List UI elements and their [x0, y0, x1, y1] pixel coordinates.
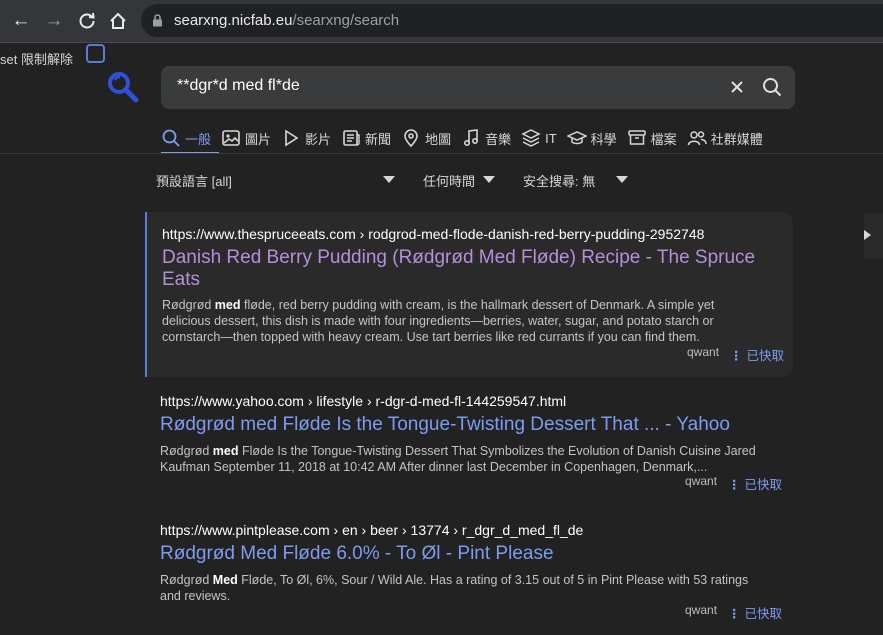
- more-vertical-icon: ⋮: [728, 607, 741, 621]
- result-url[interactable]: https://www.thespruceeats.com › rodgrod-…: [162, 226, 704, 242]
- time-range-select[interactable]: 任何時間: [423, 171, 475, 190]
- browser-toolbar: ← → searxng.nicfab.eu/searxng/search: [0, 0, 883, 43]
- search-icon[interactable]: [762, 77, 782, 97]
- newspaper-icon: [343, 130, 360, 146]
- snippet-text: Rødgrød: [160, 573, 213, 587]
- home-icon[interactable]: [106, 9, 130, 33]
- music-icon: [464, 129, 479, 147]
- category-tabs: 一般 圖片 影片 新聞 地圖 音樂 IT 科學 檔案 社群媒體: [161, 124, 773, 154]
- search-icon: [162, 129, 180, 147]
- tab-label: 圖片: [245, 131, 272, 147]
- image-icon: [222, 130, 240, 146]
- url-text: searxng.nicfab.eu/searxng/search: [174, 12, 399, 29]
- cached-label: 已快取: [744, 607, 783, 621]
- archive-icon: [627, 130, 646, 145]
- header-divider: [0, 153, 883, 154]
- more-vertical-icon: ⋮: [730, 349, 743, 363]
- result-url[interactable]: https://www.yahoo.com › lifestyle › r-dg…: [160, 393, 566, 409]
- snippet-text: Rødgrød: [162, 298, 215, 312]
- chevron-down-icon[interactable]: [383, 176, 395, 183]
- safesearch-select[interactable]: 安全搜尋: 無: [523, 171, 595, 190]
- engine-label: qwant: [685, 474, 718, 488]
- tab-files[interactable]: 檔案: [627, 124, 685, 152]
- result-snippet: Rødgrød med fløde, red berry pudding wit…: [162, 297, 762, 345]
- more-vertical-icon: ⋮: [728, 478, 741, 492]
- engine-label: qwant: [687, 345, 720, 359]
- snippet-text: fløde, red berry pudding with cream, is …: [162, 298, 715, 344]
- tab-label: 科學: [590, 131, 617, 147]
- chevron-down-icon[interactable]: [616, 176, 628, 183]
- cached-label: 已快取: [744, 478, 783, 492]
- engine-label: qwant: [685, 603, 718, 617]
- graduation-icon: [566, 131, 587, 145]
- result-title[interactable]: Rødgrød med Fløde Is the Tongue-Twisting…: [160, 414, 770, 436]
- sidebar-toggle[interactable]: [864, 213, 883, 259]
- snippet-highlight: Med: [212, 573, 238, 587]
- tab-it[interactable]: IT: [521, 124, 565, 152]
- cached-link[interactable]: ⋮ 已快取: [728, 603, 782, 622]
- result-snippet: Rødgrød med Fløde Is the Tongue-Twisting…: [160, 443, 760, 475]
- cached-label: 已快取: [746, 349, 785, 363]
- tab-label: 檔案: [650, 131, 677, 147]
- tab-news[interactable]: 新聞: [341, 124, 399, 152]
- tab-label: 地圖: [425, 131, 452, 147]
- reset-label: set 限制解除: [0, 52, 73, 67]
- url-path: /searxng/search: [292, 12, 400, 29]
- tab-videos[interactable]: 影片: [281, 124, 339, 152]
- snippet-text: Fløde, To Øl, 6%, Sour / Wild Ale. Has a…: [160, 573, 749, 603]
- tab-social-media[interactable]: 社群媒體: [687, 124, 771, 152]
- tab-label: 新聞: [365, 131, 392, 147]
- map-pin-icon: [404, 129, 418, 148]
- url-host: searxng.nicfab.eu: [174, 12, 293, 29]
- search-input[interactable]: **dgr*d med fl*de: [177, 77, 300, 95]
- search-box[interactable]: **dgr*d med fl*de: [161, 66, 795, 109]
- address-bar[interactable]: searxng.nicfab.eu/searxng/search: [141, 4, 883, 37]
- searxng-logo-icon[interactable]: [107, 71, 139, 103]
- cached-link[interactable]: ⋮ 已快取: [728, 474, 782, 493]
- result-item: https://www.pintplease.com › en › beer ›…: [145, 509, 791, 629]
- clear-icon[interactable]: [728, 78, 746, 96]
- tab-label: 一般: [185, 131, 212, 147]
- reload-icon[interactable]: [75, 9, 99, 33]
- result-url[interactable]: https://www.pintplease.com › en › beer ›…: [160, 522, 583, 538]
- back-arrow-icon[interactable]: ←: [9, 9, 33, 33]
- layers-icon: [521, 129, 541, 147]
- triangle-right-icon: [864, 230, 871, 240]
- tab-images[interactable]: 圖片: [221, 124, 279, 152]
- result-item: https://www.yahoo.com › lifestyle › r-dg…: [145, 380, 791, 500]
- reset-checkbox[interactable]: [86, 44, 105, 63]
- snippet-highlight: med: [212, 444, 239, 458]
- tab-general[interactable]: 一般: [161, 124, 220, 154]
- result-title[interactable]: Danish Red Berry Pudding (Rødgrød Med Fl…: [162, 247, 772, 291]
- language-select[interactable]: 預設語言 [all]: [156, 171, 232, 190]
- tab-label: IT: [545, 130, 557, 146]
- cached-link[interactable]: ⋮ 已快取: [730, 345, 784, 364]
- result-snippet: Rødgrød Med Fløde, To Øl, 6%, Sour / Wil…: [160, 572, 760, 604]
- result-item: https://www.thespruceeats.com › rodgrod-…: [145, 212, 793, 377]
- forward-arrow-icon[interactable]: →: [42, 9, 66, 33]
- tab-science[interactable]: 科學: [566, 124, 625, 152]
- tab-label: 音樂: [485, 131, 512, 147]
- tab-map[interactable]: 地圖: [401, 124, 459, 152]
- snippet-text: Rødgrød: [160, 444, 213, 458]
- play-icon: [285, 129, 299, 147]
- lock-icon: [153, 14, 162, 27]
- snippet-highlight: med: [214, 298, 241, 312]
- people-icon: [687, 131, 707, 146]
- chevron-down-icon[interactable]: [483, 176, 495, 183]
- snippet-text: Fløde Is the Tongue-Twisting Dessert Tha…: [160, 444, 756, 474]
- result-title[interactable]: Rødgrød Med Fløde 6.0% - To Øl - Pint Pl…: [160, 543, 770, 565]
- tab-label: 社群媒體: [710, 131, 763, 147]
- tab-music[interactable]: 音樂: [461, 124, 519, 152]
- tab-label: 影片: [305, 131, 332, 147]
